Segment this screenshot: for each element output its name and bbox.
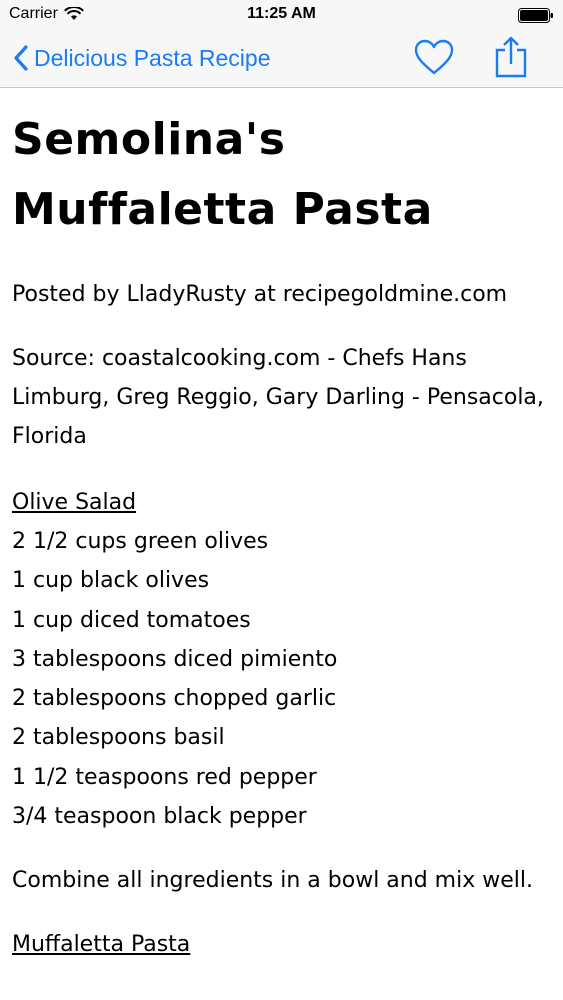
recipe-source: Source: coastalcooking.com - Chefs Hans … [12,346,544,449]
ingredient-item: 2 tablespoons chopped garlic [12,686,337,712]
ingredient-item: 1 cup black olives [12,568,210,594]
ingredient-item: 2 1/2 cups green olives [12,529,269,554]
ingredient-list: 2 1/2 cups green olives 1 cup black oliv… [12,522,552,836]
heart-icon[interactable] [414,38,454,78]
status-time: 11:25 AM [247,5,316,22]
ingredient-item: 1 cup diced tomatoes [12,607,251,633]
status-bar: Carrier 11:25 AM [0,0,563,30]
navigation-bar: Delicious Pasta Recipe [0,30,563,88]
section-title-muffaletta-pasta: Muffaletta Pasta [12,932,191,958]
back-button[interactable]: Delicious Pasta Recipe [14,40,271,76]
posted-by: Posted by LladyRusty at recipegoldmine.c… [12,282,508,307]
section-title-olive-salad: Olive Salad [12,490,137,515]
recipe-title: Semolina's Muffaletta Pasta [12,114,433,235]
recipe-content: Semolina's Muffaletta Pasta Posted by Ll… [12,88,552,964]
chevron-left-icon [14,45,28,71]
ingredient-item: 1 1/2 teaspoons red pepper [12,764,317,790]
ingredient-item: 2 tablespoons basil [12,725,225,751]
share-icon[interactable] [494,36,528,78]
instruction-text: Combine all ingredients in a bowl and mi… [12,868,533,894]
ingredient-item: 3/4 teaspoon black pepper [12,804,307,830]
ingredient-item: 3 tablespoons diced pimiento [12,646,338,672]
back-button-label: Delicious Pasta Recipe [34,44,271,71]
battery-icon [518,8,553,23]
